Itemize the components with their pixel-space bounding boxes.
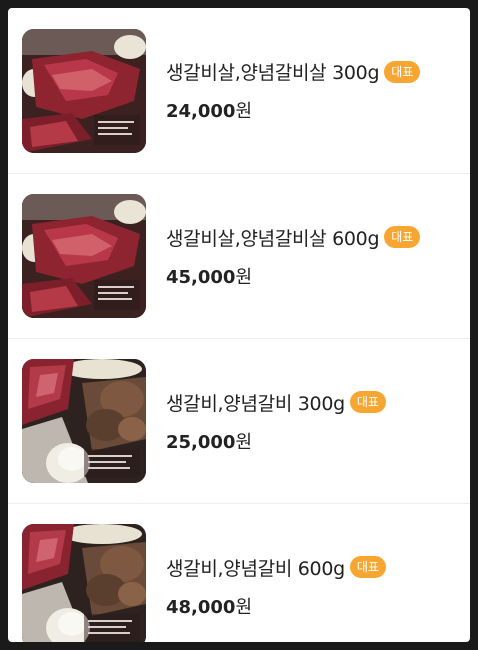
menu-item-info: 생갈비,양념갈비 600g 대표 48,000원	[166, 554, 386, 619]
menu-item-photo	[22, 194, 146, 318]
currency-unit: 원	[235, 431, 253, 453]
menu-item-info: 생갈비,양념갈비 300g 대표 25,000원	[166, 389, 386, 454]
menu-item[interactable]: 생갈비살,양념갈비살 600g 대표 45,000원	[8, 173, 470, 338]
menu-item-name-row: 생갈비,양념갈비 600g 대표	[166, 554, 386, 581]
menu-item[interactable]: 생갈비살,양념갈비살 300g 대표 24,000원	[8, 8, 470, 173]
currency-unit: 원	[235, 596, 253, 618]
menu-item-price-row: 45,000원	[166, 263, 420, 289]
menu-item-price-row: 48,000원	[166, 593, 386, 619]
currency-unit: 원	[235, 101, 253, 122]
menu-item-price-row: 24,000원	[166, 97, 420, 123]
menu-item-photo	[22, 524, 146, 642]
menu-item-name-row: 생갈비살,양념갈비살 300g 대표	[166, 58, 421, 85]
menu-item-price-row: 25,000원	[166, 428, 386, 454]
menu-item-price: 48,000	[166, 596, 236, 618]
menu-item-photo	[22, 359, 146, 483]
signature-badge: 대표	[349, 391, 386, 413]
menu-item-info: 생갈비살,양념갈비살 600g 대표 45,000원	[166, 224, 421, 289]
menu-item-photo	[22, 28, 146, 153]
menu-item-name: 생갈비살,양념갈비살 600g	[166, 227, 380, 250]
menu-list: 생갈비살,양념갈비살 300g 대표 24,000원 생갈비살,양념갈비살 60…	[8, 8, 470, 642]
signature-badge: 대표	[384, 60, 421, 83]
signature-badge: 대표	[349, 556, 386, 578]
menu-item-price: 25,000	[166, 431, 236, 453]
menu-item-name-row: 생갈비살,양념갈비살 600g 대표	[166, 224, 421, 251]
menu-item-name: 생갈비살,양념갈비살 300g	[166, 62, 380, 84]
menu-item[interactable]: 생갈비,양념갈비 600g 대표 48,000원	[8, 503, 470, 642]
menu-item-price: 24,000	[166, 101, 236, 122]
signature-badge: 대표	[384, 226, 421, 248]
menu-item-name-row: 생갈비,양념갈비 300g 대표	[166, 389, 386, 416]
menu-item[interactable]: 생갈비,양념갈비 300g 대표 25,000원	[8, 338, 470, 503]
menu-item-name: 생갈비,양념갈비 300g	[166, 392, 345, 415]
currency-unit: 원	[235, 266, 253, 288]
menu-item-name: 생갈비,양념갈비 600g	[166, 557, 345, 580]
menu-item-price: 45,000	[166, 266, 236, 288]
menu-panel: 생갈비살,양념갈비살 300g 대표 24,000원 생갈비살,양념갈비살 60…	[8, 8, 470, 642]
menu-item-info: 생갈비살,양념갈비살 300g 대표 24,000원	[166, 58, 421, 123]
